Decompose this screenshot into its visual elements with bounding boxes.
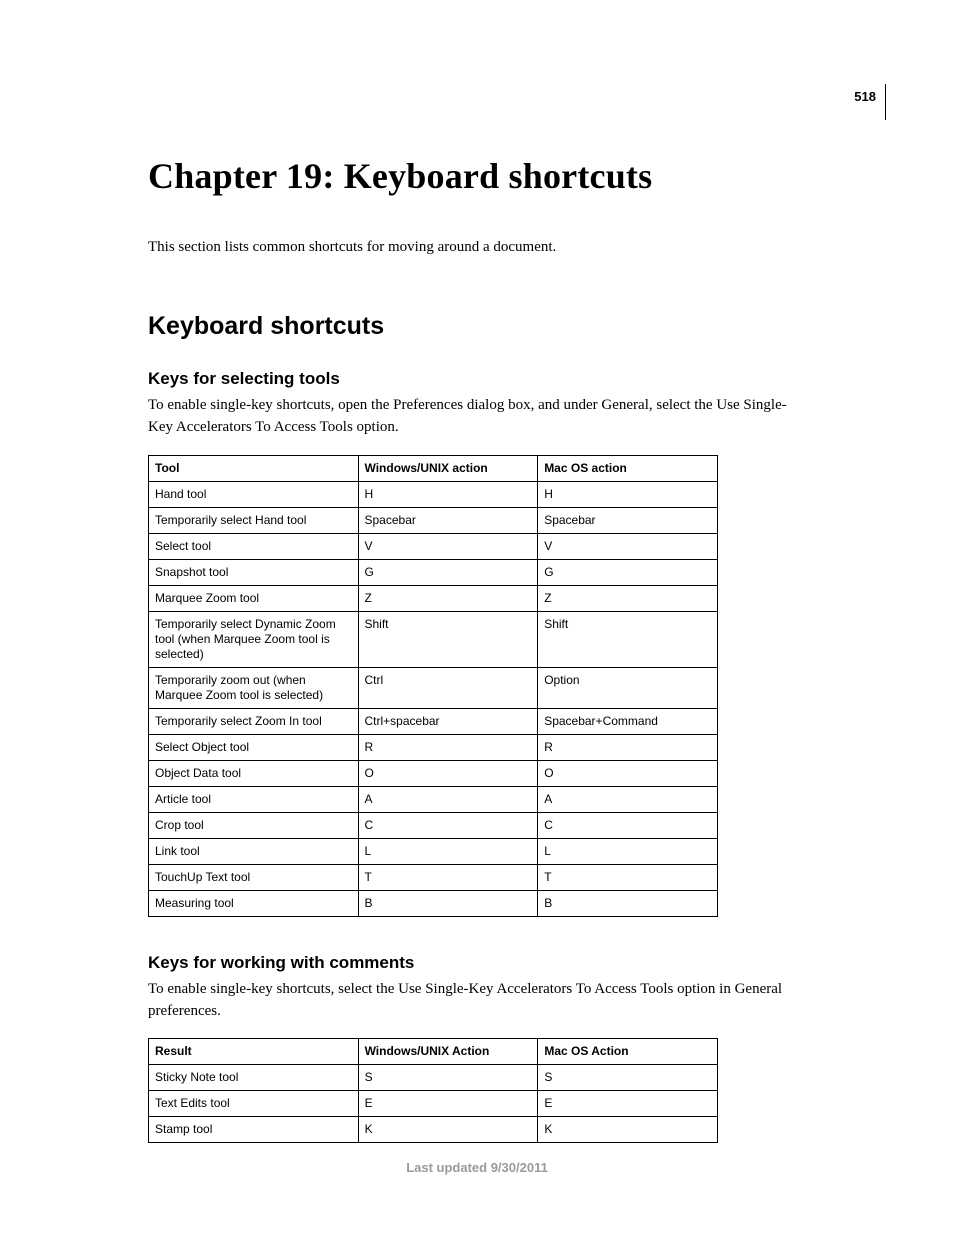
table-cell: Spacebar+Command: [538, 708, 718, 734]
table-row: TouchUp Text toolTT: [149, 864, 718, 890]
col-header: Tool: [149, 455, 359, 481]
table-cell: A: [538, 786, 718, 812]
table-row: Crop toolCC: [149, 812, 718, 838]
table-row: Text Edits toolEE: [149, 1091, 718, 1117]
table-row: Sticky Note toolSS: [149, 1065, 718, 1091]
section-title: Keyboard shortcuts: [148, 312, 806, 341]
table-cell: R: [358, 734, 538, 760]
table-cell: TouchUp Text tool: [149, 864, 359, 890]
page-number-block: 518: [854, 88, 876, 106]
table-cell: Crop tool: [149, 812, 359, 838]
table-cell: Z: [358, 585, 538, 611]
table-cell: G: [358, 559, 538, 585]
table-cell: Object Data tool: [149, 760, 359, 786]
table-cell: V: [358, 533, 538, 559]
table-cell: Stamp tool: [149, 1117, 359, 1143]
table-cell: Select tool: [149, 533, 359, 559]
comments-heading: Keys for working with comments: [148, 953, 806, 973]
table-cell: Ctrl: [358, 667, 538, 708]
col-header: Mac OS Action: [538, 1039, 718, 1065]
table-cell: O: [358, 760, 538, 786]
table-cell: H: [538, 481, 718, 507]
tools-heading: Keys for selecting tools: [148, 369, 806, 389]
tools-table: Tool Windows/UNIX action Mac OS action H…: [148, 455, 718, 917]
table-row: Link toolLL: [149, 838, 718, 864]
table-row: Temporarily select Hand toolSpacebarSpac…: [149, 507, 718, 533]
table-row: Stamp toolKK: [149, 1117, 718, 1143]
comments-table: Result Windows/UNIX Action Mac OS Action…: [148, 1038, 718, 1143]
table-row: Temporarily zoom out (when Marquee Zoom …: [149, 667, 718, 708]
table-cell: Text Edits tool: [149, 1091, 359, 1117]
chapter-intro: This section lists common shortcuts for …: [148, 237, 806, 257]
table-cell: E: [538, 1091, 718, 1117]
table-cell: Hand tool: [149, 481, 359, 507]
chapter-title: Chapter 19: Keyboard shortcuts: [148, 155, 806, 197]
table-cell: Z: [538, 585, 718, 611]
table-cell: A: [358, 786, 538, 812]
table-cell: Select Object tool: [149, 734, 359, 760]
table-cell: C: [358, 812, 538, 838]
comments-intro: To enable single-key shortcuts, select t…: [148, 979, 806, 1023]
col-header: Windows/UNIX Action: [358, 1039, 538, 1065]
table-cell: S: [538, 1065, 718, 1091]
table-header-row: Result Windows/UNIX Action Mac OS Action: [149, 1039, 718, 1065]
table-cell: H: [358, 481, 538, 507]
table-row: Measuring toolBB: [149, 890, 718, 916]
table-row: Article toolAA: [149, 786, 718, 812]
table-cell: Marquee Zoom tool: [149, 585, 359, 611]
page-number: 518: [854, 89, 876, 104]
table-cell: Temporarily zoom out (when Marquee Zoom …: [149, 667, 359, 708]
table-cell: K: [538, 1117, 718, 1143]
table-row: Select Object toolRR: [149, 734, 718, 760]
table-cell: E: [358, 1091, 538, 1117]
table-cell: Temporarily select Zoom In tool: [149, 708, 359, 734]
page-number-rule: [885, 84, 886, 120]
table-cell: C: [538, 812, 718, 838]
table-cell: Snapshot tool: [149, 559, 359, 585]
table-cell: G: [538, 559, 718, 585]
table-cell: T: [538, 864, 718, 890]
table-cell: B: [538, 890, 718, 916]
table-row: Object Data toolOO: [149, 760, 718, 786]
table-header-row: Tool Windows/UNIX action Mac OS action: [149, 455, 718, 481]
table-cell: Sticky Note tool: [149, 1065, 359, 1091]
col-header: Windows/UNIX action: [358, 455, 538, 481]
table-cell: K: [358, 1117, 538, 1143]
table-cell: O: [538, 760, 718, 786]
table-cell: Option: [538, 667, 718, 708]
table-cell: Link tool: [149, 838, 359, 864]
table-cell: S: [358, 1065, 538, 1091]
table-cell: Article tool: [149, 786, 359, 812]
table-row: Marquee Zoom toolZZ: [149, 585, 718, 611]
table-cell: Ctrl+spacebar: [358, 708, 538, 734]
table-cell: L: [538, 838, 718, 864]
table-cell: Measuring tool: [149, 890, 359, 916]
table-cell: Shift: [358, 611, 538, 667]
table-cell: Spacebar: [538, 507, 718, 533]
col-header: Mac OS action: [538, 455, 718, 481]
table-row: Hand toolHH: [149, 481, 718, 507]
table-cell: Shift: [538, 611, 718, 667]
table-cell: Temporarily select Hand tool: [149, 507, 359, 533]
table-row: Snapshot toolGG: [149, 559, 718, 585]
table-cell: V: [538, 533, 718, 559]
table-cell: B: [358, 890, 538, 916]
table-cell: T: [358, 864, 538, 890]
table-cell: Spacebar: [358, 507, 538, 533]
table-row: Temporarily select Zoom In toolCtrl+spac…: [149, 708, 718, 734]
tools-intro: To enable single-key shortcuts, open the…: [148, 395, 806, 439]
footer-updated: Last updated 9/30/2011: [0, 1160, 954, 1175]
table-row: Select toolVV: [149, 533, 718, 559]
table-cell: L: [358, 838, 538, 864]
col-header: Result: [149, 1039, 359, 1065]
table-row: Temporarily select Dynamic Zoom tool (wh…: [149, 611, 718, 667]
table-cell: R: [538, 734, 718, 760]
table-cell: Temporarily select Dynamic Zoom tool (wh…: [149, 611, 359, 667]
page: 518 Chapter 19: Keyboard shortcuts This …: [0, 0, 954, 1235]
